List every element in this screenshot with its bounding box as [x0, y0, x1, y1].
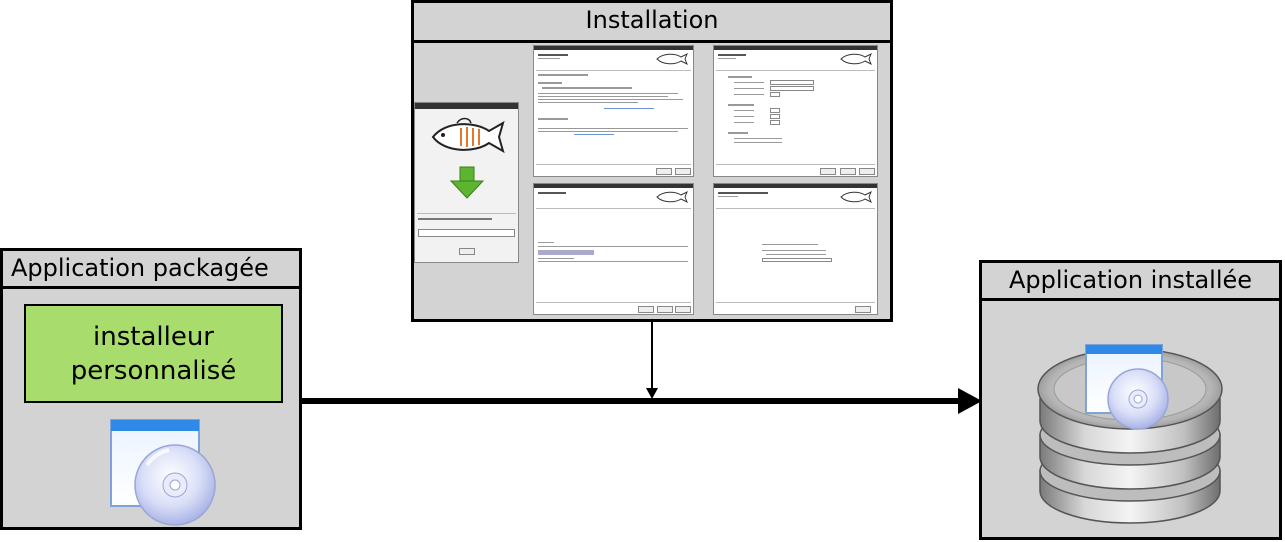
installer-step-license-screenshot [533, 45, 694, 177]
fish-logo-small-icon [840, 52, 872, 66]
fish-logo-small-icon [840, 190, 872, 204]
packaged-application-box: Application packagée installeur personna… [0, 248, 302, 530]
installer-screenshots [414, 43, 890, 319]
fish-logo-small-icon [656, 52, 688, 66]
installed-application-title: Application installée [982, 263, 1279, 301]
installation-title: Installation [414, 3, 890, 43]
custom-installer-label-line1: installeur [93, 321, 214, 352]
installer-step-progress-screenshot [533, 183, 694, 315]
fish-logo-icon [431, 117, 505, 154]
installer-step-config-screenshot [713, 45, 878, 177]
installer-step-finish-screenshot [713, 183, 878, 315]
install-down-arrowhead [646, 388, 658, 399]
cd-package-icon [110, 419, 216, 526]
installer-launcher-screenshot [414, 102, 519, 263]
custom-installer-label-line2: personnalisé [70, 355, 237, 386]
fish-logo-small-icon [656, 190, 688, 204]
installed-application-box: Application installée [979, 260, 1282, 540]
custom-installer-box: installeur personnalisé [24, 304, 283, 403]
download-arrow-icon [449, 166, 485, 199]
installation-box: Installation [411, 0, 893, 322]
database-stack-icon [1037, 344, 1223, 524]
packaged-application-title: Application packagée [3, 251, 299, 289]
